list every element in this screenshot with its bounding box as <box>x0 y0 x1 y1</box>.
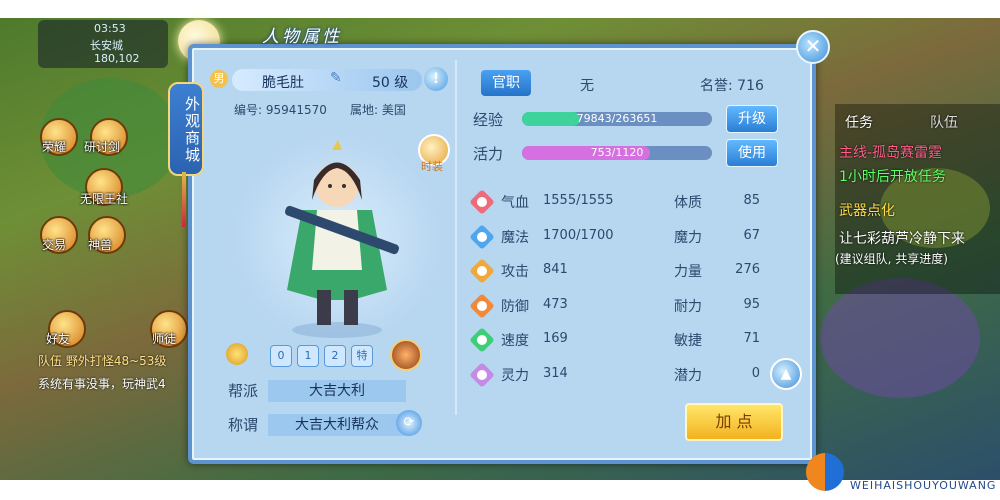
attack-value: 841 <box>543 262 568 277</box>
tab-team[interactable]: 队伍 <box>930 112 958 132</box>
appearance-shop-tab[interactable]: 外观商城 <box>168 82 204 176</box>
side-label: 神兽 <box>88 238 113 252</box>
task-line[interactable]: 主线-孤岛赛雷霆 <box>839 142 942 162</box>
character-region: 属地: 美国 <box>350 103 406 117</box>
hp-value: 1555/1555 <box>543 193 614 208</box>
scroll-up-button[interactable]: ▲ <box>770 358 802 390</box>
vitality-bar: 753/1120 <box>522 146 712 160</box>
arrow-up-icon: ▲ <box>780 366 792 382</box>
clock-text: 03:53 <box>94 22 126 35</box>
edit-pencil-icon[interactable]: ✎ <box>330 70 342 86</box>
faction-emblem-icon[interactable] <box>390 339 422 371</box>
task-line[interactable]: 武器点化 <box>839 200 895 220</box>
defense-value: 473 <box>543 296 568 312</box>
side-label: 好友 <box>46 332 71 346</box>
watermark: WEIHAISHOUYOUWANG <box>806 453 996 495</box>
switch-title-button[interactable]: ⟳ <box>396 410 422 436</box>
coin-icon[interactable] <box>226 343 248 365</box>
window-title: 人物属性 <box>262 27 342 47</box>
location-text: 长安城 <box>90 39 123 52</box>
endurance-value: 95 <box>743 296 760 312</box>
tassel-ornament <box>182 172 186 227</box>
character-portrait[interactable] <box>262 140 412 340</box>
plan-chip-2[interactable]: 2 <box>324 345 346 367</box>
exp-label: 经验 <box>473 111 504 129</box>
tab-task[interactable]: 任务 <box>845 112 873 132</box>
level-up-button[interactable]: 升级 <box>726 105 778 133</box>
spirit-value: 314 <box>543 365 568 381</box>
task-panel[interactable]: 任务 队伍 主线-孤岛赛雷霆 1小时后开放任务 武器点化 让七彩葫芦冷静下来 (… <box>835 104 1000 294</box>
guild-value: 大吉大利 <box>268 380 406 402</box>
minimap-hud[interactable]: 03:53 长安城 180,102 <box>38 20 168 68</box>
side-label: 荣耀 <box>42 140 67 154</box>
side-label: 研讨剑 <box>84 140 121 154</box>
plan-chip-1[interactable]: 1 <box>297 345 319 367</box>
character-name: 脆毛肚 <box>262 75 304 91</box>
vitality-bar-text: 753/1120 <box>590 146 644 159</box>
help-button[interactable]: ! <box>424 67 448 91</box>
scenery-glow <box>820 278 980 398</box>
vitality-label: 活力 <box>473 145 504 163</box>
task-line: 让七彩葫芦冷静下来 <box>839 231 965 247</box>
close-icon: ✕ <box>804 34 822 58</box>
use-button[interactable]: 使用 <box>726 139 778 167</box>
agility-label: 敏捷 <box>674 333 702 349</box>
strength-value: 276 <box>735 262 760 277</box>
character-id: 编号: 95941570 <box>234 103 327 117</box>
task-line: (建议组队, 共享进度) <box>835 252 948 266</box>
refresh-icon: ⟳ <box>403 415 415 430</box>
exclamation-icon: ! <box>432 71 440 87</box>
title-value[interactable]: 大吉大利帮众 <box>268 414 406 436</box>
potential-value: 0 <box>751 365 760 381</box>
character-level: 50 级 <box>372 75 409 91</box>
watermark-logo <box>806 453 844 491</box>
endurance-label: 耐力 <box>674 298 702 315</box>
speed-label: 速度 <box>501 333 529 349</box>
watermark-text: WEIHAISHOUYOUWANG <box>850 479 997 492</box>
guild-key: 帮派 <box>228 382 259 400</box>
add-points-button[interactable]: 加 点 <box>685 403 783 441</box>
exp-bar: 79843/263651 <box>522 112 712 126</box>
side-label: 师徒 <box>152 332 177 346</box>
mp-value: 1700/1700 <box>543 227 614 243</box>
exp-bar-text: 79843/263651 <box>576 112 658 125</box>
hp-label: 气血 <box>501 195 529 211</box>
gender-icon: 男 <box>210 70 228 88</box>
chat-line[interactable]: 系统有事没事，玩神武4 <box>38 375 166 392</box>
mp-label: 魔法 <box>501 229 529 246</box>
close-button[interactable]: ✕ <box>796 30 830 64</box>
speed-value: 169 <box>543 331 568 346</box>
coords-text: 180,102 <box>94 52 140 65</box>
defense-label: 防御 <box>501 298 529 315</box>
constitution-value: 85 <box>743 193 760 208</box>
rank-value: 无 <box>580 78 594 94</box>
side-label: 无限王社 <box>80 192 129 206</box>
chat-line[interactable]: 队伍 野外打怪48~53级 <box>38 352 166 369</box>
potential-label: 潜力 <box>674 367 702 384</box>
attack-label: 攻击 <box>501 264 529 280</box>
plan-chip-0[interactable]: 0 <box>270 345 292 367</box>
title-key: 称谓 <box>228 416 259 434</box>
official-rank-button[interactable]: 官职 <box>481 70 531 96</box>
side-label: 交易 <box>42 238 67 252</box>
magic-label: 魔力 <box>674 229 702 246</box>
agility-value: 71 <box>743 331 760 346</box>
pane-divider <box>455 60 457 415</box>
constitution-label: 体质 <box>674 195 702 211</box>
fashion-label: 时装 <box>421 160 443 173</box>
strength-label: 力量 <box>674 264 702 280</box>
reputation-value: 名誉: 716 <box>700 78 764 94</box>
plan-chip-special[interactable]: 特 <box>351 345 373 367</box>
spirit-label: 灵力 <box>501 367 529 384</box>
task-line: 1小时后开放任务 <box>839 169 946 185</box>
magic-value: 67 <box>743 227 760 243</box>
